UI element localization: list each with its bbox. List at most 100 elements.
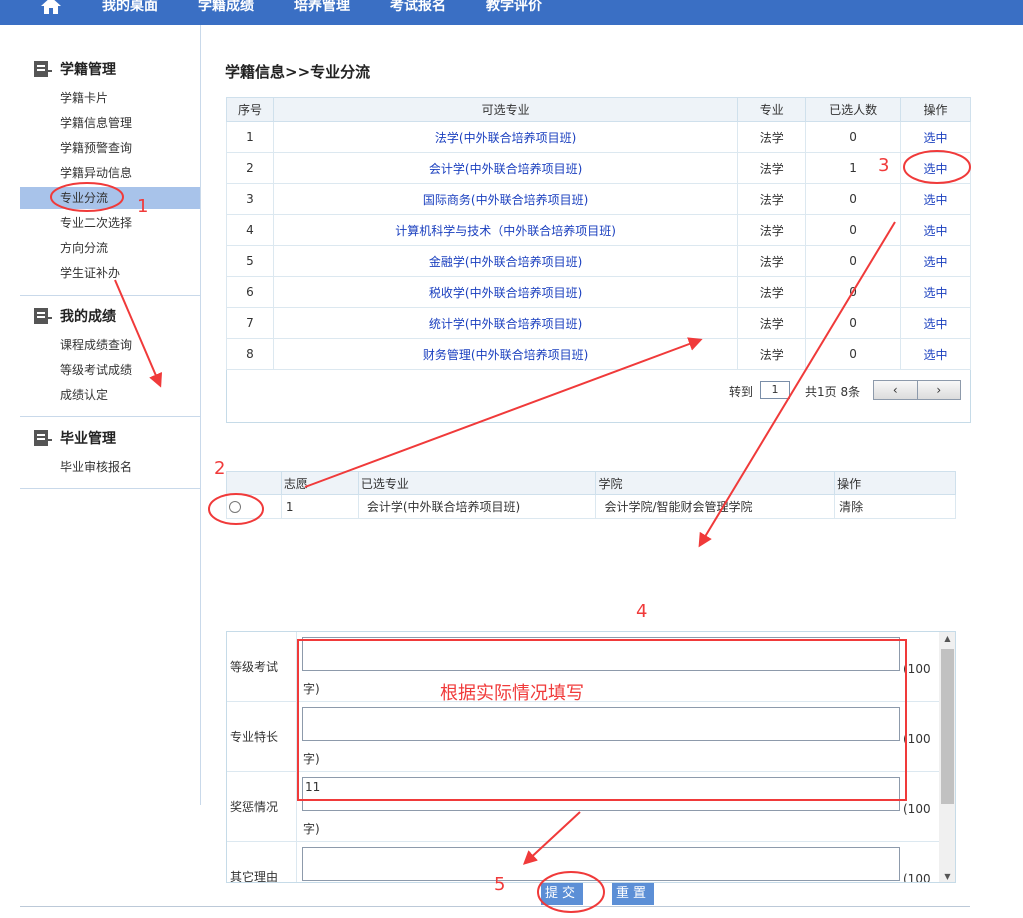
sidebar-item-graduation-audit[interactable]: 毕业审核报名: [20, 456, 200, 478]
scrollbar-thumb[interactable]: [941, 649, 954, 804]
select-major-link[interactable]: 选中: [900, 245, 971, 277]
annotation-number: 2: [214, 458, 226, 479]
row-major: 国际商务(中外联合培养项目班): [272, 183, 739, 215]
table-row: 1 法学(中外联合培养项目班) 法学 0 选中: [226, 121, 971, 153]
majors-table: 序号 可选专业 专业 已选人数 操作 1 法学(中外联合培养项目班) 法学 0 …: [226, 97, 971, 370]
row-major: 统计学(中外联合培养项目班): [272, 307, 739, 339]
select-major-link[interactable]: 选中: [900, 276, 971, 308]
table-row: 3 国际商务(中外联合培养项目班) 法学 0 选中: [226, 183, 971, 215]
sidebar-item-major-second-choice[interactable]: 专业二次选择: [20, 212, 200, 234]
select-major-link[interactable]: 选中: [900, 214, 971, 246]
table-row: 8 财务管理(中外联合培养项目班) 法学 0 选中: [226, 338, 971, 370]
sidebar-section-graduation[interactable]: 毕业管理: [34, 428, 116, 448]
row-major: 财务管理(中外联合培养项目班): [272, 338, 739, 370]
other-reason-textarea[interactable]: [302, 847, 900, 881]
sidebar-item-status-change[interactable]: 学籍异动信息: [20, 162, 200, 184]
row-count: 0: [805, 121, 902, 153]
char-limit: (100: [903, 662, 931, 676]
row-major: 会计学(中外联合培养项目班): [272, 152, 739, 184]
row-count: 0: [805, 245, 902, 277]
sidebar-item-direction-diversion[interactable]: 方向分流: [20, 237, 200, 259]
wish-radio[interactable]: [229, 501, 241, 513]
row-no: 4: [226, 214, 274, 246]
select-major-link[interactable]: 选中: [900, 121, 971, 153]
prev-page-button[interactable]: ‹: [874, 381, 918, 399]
row-major: 税收学(中外联合培养项目班): [272, 276, 739, 308]
footer-divider: [20, 906, 970, 907]
nav-my-desktop[interactable]: 我的桌面: [102, 0, 158, 15]
col-header-action: 操作: [900, 97, 971, 122]
row-category: 法学: [737, 245, 807, 277]
annotation-number: 4: [636, 601, 648, 622]
table-row: 7 统计学(中外联合培养项目班) 法学 0 选中: [226, 307, 971, 339]
row-category: 法学: [737, 338, 807, 370]
sidebar-section-my-grades[interactable]: 我的成绩: [34, 306, 116, 326]
nav-exam-registration[interactable]: 考试报名: [390, 0, 446, 15]
page-number-input[interactable]: 1: [760, 381, 790, 399]
table-row: 5 金融学(中外联合培养项目班) 法学 0 选中: [226, 245, 971, 277]
table-row: 4 计算机科学与技术（中外联合培养项目班) 法学 0 选中: [226, 214, 971, 246]
form-row-other-reason: 其它理由 (100: [227, 842, 939, 882]
row-no: 6: [226, 276, 274, 308]
application-form: 等级考试 (100 字) 专业特长 (100 字) 奖惩情况 11 (100 字…: [226, 631, 956, 883]
row-category: 法学: [737, 276, 807, 308]
annotation-number: 5: [494, 874, 506, 895]
goto-label: 转到: [729, 385, 754, 399]
nav-teaching-evaluation[interactable]: 教学评价: [486, 0, 542, 15]
page-summary: 共1页 8条: [805, 385, 861, 399]
sidebar-item-grade-recognition[interactable]: 成绩认定: [20, 384, 200, 406]
form-row-specialty: 专业特长 (100 字): [227, 702, 939, 772]
list-icon: [34, 430, 52, 446]
row-category: 法学: [737, 183, 807, 215]
row-count: 0: [805, 183, 902, 215]
level-exam-textarea[interactable]: [302, 637, 900, 671]
form-row-rewards: 奖惩情况 11 (100 字): [227, 772, 939, 842]
table-row: 1 会计学(中外联合培养项目班) 会计学院/智能财会管理学院 清除: [226, 494, 956, 519]
specialty-textarea[interactable]: [302, 707, 900, 741]
field-label: 专业特长: [227, 702, 297, 772]
sidebar-item-student-id-reissue[interactable]: 学生证补办: [20, 262, 200, 284]
select-major-link[interactable]: 选中: [900, 183, 971, 215]
col-header-selected-major: 已选专业: [357, 471, 597, 495]
reset-button[interactable]: 重置: [612, 883, 654, 905]
select-major-link[interactable]: 选中: [900, 152, 971, 184]
next-page-button[interactable]: ›: [918, 381, 961, 399]
table-header-row: 序号 可选专业 专业 已选人数 操作: [226, 97, 971, 122]
row-category: 法学: [737, 152, 807, 184]
sidebar-item-status-warning[interactable]: 学籍预警查询: [20, 137, 200, 159]
row-major: 计算机科学与技术（中外联合培养项目班): [272, 214, 739, 246]
row-major: 法学(中外联合培养项目班): [272, 121, 739, 153]
sidebar: 学籍管理 学籍卡片 学籍信息管理 学籍预警查询 学籍异动信息 专业分流 专业二次…: [20, 25, 201, 805]
row-count: 0: [805, 307, 902, 339]
rewards-textarea[interactable]: 11: [302, 777, 900, 811]
pagination: 转到 1 共1页 8条 ‹ ›: [226, 370, 971, 423]
col-header-radio: [226, 471, 282, 495]
col-header-action: 操作: [834, 471, 956, 495]
sidebar-item-major-diversion[interactable]: 专业分流: [20, 187, 200, 209]
table-header-row: 志愿 已选专业 学院 操作: [226, 471, 956, 495]
clear-link[interactable]: 清除: [834, 494, 956, 519]
page-title: 学籍信息>>专业分流: [225, 63, 371, 81]
col-header-major: 可选专业: [272, 97, 739, 122]
select-major-link[interactable]: 选中: [900, 307, 971, 339]
sidebar-item-status-info[interactable]: 学籍信息管理: [20, 112, 200, 134]
row-count: 0: [805, 276, 902, 308]
nav-status-grades[interactable]: 学籍成绩: [198, 0, 254, 15]
submit-button[interactable]: 提交: [541, 883, 583, 905]
scroll-down-arrow-icon[interactable]: ▼: [939, 870, 955, 882]
sidebar-section-student-status[interactable]: 学籍管理: [34, 59, 116, 79]
char-limit-unit: 字): [303, 822, 320, 836]
nav-training-management[interactable]: 培养管理: [294, 0, 350, 15]
form-scrollbar[interactable]: ▲ ▼: [939, 632, 955, 882]
col-header-count: 已选人数: [805, 97, 902, 122]
home-icon[interactable]: [38, 0, 64, 16]
scroll-up-arrow-icon[interactable]: ▲: [939, 632, 955, 646]
row-no: 5: [226, 245, 274, 277]
sidebar-item-level-exam-grades[interactable]: 等级考试成绩: [20, 359, 200, 381]
row-wish: 1: [280, 494, 359, 519]
row-no: 7: [226, 307, 274, 339]
select-major-link[interactable]: 选中: [900, 338, 971, 370]
sidebar-item-course-grades[interactable]: 课程成绩查询: [20, 334, 200, 356]
sidebar-item-student-card[interactable]: 学籍卡片: [20, 87, 200, 109]
sidebar-section-title: 学籍管理: [60, 62, 116, 78]
